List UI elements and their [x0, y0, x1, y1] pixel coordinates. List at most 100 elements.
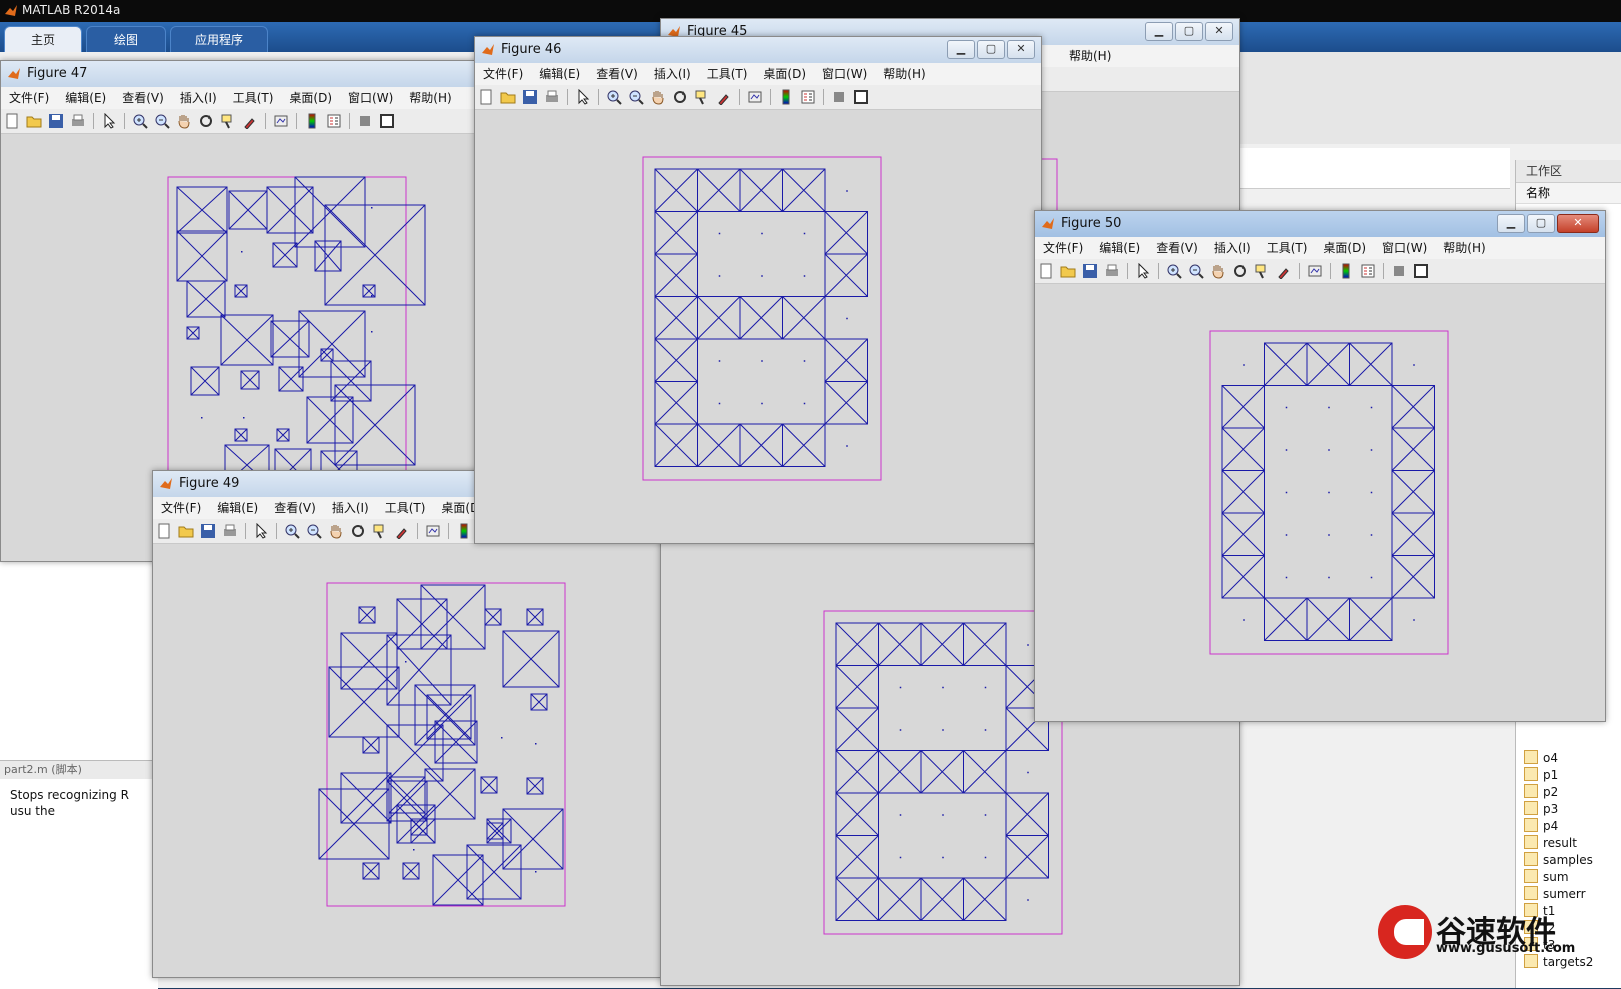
- menu-item[interactable]: 编辑(E): [57, 87, 114, 109]
- show-tools-icon[interactable]: [1413, 263, 1429, 279]
- figure-49-window[interactable]: Figure 49 文件(F) 编辑(E) 查看(V) 插入(I) 工具(T) 桌面(D)…: [152, 470, 664, 978]
- link-plot-icon[interactable]: [1307, 263, 1323, 279]
- menu-item[interactable]: 插入(I): [1206, 237, 1259, 259]
- close-button[interactable]: ✕: [1007, 40, 1035, 59]
- pan-hand-icon[interactable]: [328, 523, 344, 539]
- workspace-variable[interactable]: sumerr: [1524, 886, 1586, 903]
- workspace-variable[interactable]: result: [1524, 835, 1577, 852]
- data-cursor-icon[interactable]: [1254, 263, 1270, 279]
- zoom-out-icon[interactable]: [306, 523, 322, 539]
- figure-46-window[interactable]: Figure 46 ▁ ▢ ✕ 文件(F) 编辑(E) 查看(V) 插入(I) 工具(T) 桌…: [474, 36, 1042, 544]
- colorbar-icon[interactable]: [304, 113, 320, 129]
- minimize-button[interactable]: ▁: [947, 40, 975, 59]
- colorbar-icon[interactable]: [456, 523, 472, 539]
- minimize-button[interactable]: ▁: [1145, 22, 1173, 41]
- colorbar-icon[interactable]: [778, 89, 794, 105]
- pan-hand-icon[interactable]: [650, 89, 666, 105]
- zoom-out-icon[interactable]: [1188, 263, 1204, 279]
- open-folder-icon[interactable]: [1060, 263, 1076, 279]
- data-cursor-icon[interactable]: [694, 89, 710, 105]
- pan-hand-icon[interactable]: [176, 113, 192, 129]
- zoom-in-icon[interactable]: [1166, 263, 1182, 279]
- brush-icon[interactable]: [242, 113, 258, 130]
- save-icon[interactable]: [522, 89, 538, 105]
- menu-item[interactable]: 帮助(H): [1435, 237, 1493, 259]
- menu-item[interactable]: 查看(V): [1148, 237, 1206, 259]
- tab-plots[interactable]: 绘图: [86, 26, 166, 54]
- zoom-in-icon[interactable]: [132, 113, 148, 129]
- rotate-3d-icon[interactable]: [1232, 263, 1248, 279]
- link-plot-icon[interactable]: [273, 113, 289, 129]
- command-window[interactable]: [0, 560, 158, 760]
- menu-item[interactable]: 插入(I): [172, 87, 225, 109]
- workspace-variable[interactable]: p1: [1524, 767, 1558, 784]
- menu-item[interactable]: 窗口(W): [814, 63, 875, 85]
- menu-item[interactable]: 帮助(H): [875, 63, 933, 85]
- show-tools-icon[interactable]: [853, 89, 869, 105]
- tab-apps[interactable]: 应用程序: [170, 26, 268, 54]
- menu-item[interactable]: 编辑(E): [531, 63, 588, 85]
- workspace-name-column[interactable]: 名称: [1516, 183, 1621, 204]
- workspace-variable[interactable]: o4: [1524, 750, 1558, 767]
- menu-item[interactable]: 桌面(D): [281, 87, 340, 109]
- workspace-variable[interactable]: p3: [1524, 801, 1558, 818]
- zoom-out-icon[interactable]: [154, 113, 170, 129]
- data-cursor-icon[interactable]: [372, 523, 388, 539]
- print-icon[interactable]: [544, 89, 560, 105]
- zoom-in-icon[interactable]: [606, 89, 622, 105]
- link-plot-icon[interactable]: [425, 523, 441, 539]
- new-file-icon[interactable]: [4, 113, 20, 129]
- menu-item[interactable]: 插入(I): [324, 497, 377, 519]
- print-icon[interactable]: [222, 523, 238, 539]
- workspace-variable[interactable]: p4: [1524, 818, 1558, 835]
- menu-item[interactable]: 窗口(W): [1374, 237, 1435, 259]
- open-folder-icon[interactable]: [26, 113, 42, 129]
- data-cursor-icon[interactable]: [220, 113, 236, 129]
- rotate-3d-icon[interactable]: [672, 89, 688, 105]
- menu-item[interactable]: 编辑(E): [209, 497, 266, 519]
- menu-item[interactable]: 文件(F): [1035, 237, 1091, 259]
- legend-icon[interactable]: [1360, 263, 1376, 279]
- menu-item[interactable]: 查看(V): [266, 497, 324, 519]
- minimize-button[interactable]: ▁: [1497, 214, 1525, 233]
- rotate-3d-icon[interactable]: [350, 523, 366, 539]
- menu-item[interactable]: 编辑(E): [1091, 237, 1148, 259]
- maximize-button[interactable]: ▢: [1175, 22, 1203, 41]
- rotate-3d-icon[interactable]: [198, 113, 214, 129]
- print-icon[interactable]: [1104, 263, 1120, 279]
- hide-tools-icon[interactable]: [831, 89, 847, 105]
- legend-icon[interactable]: [800, 89, 816, 105]
- open-folder-icon[interactable]: [500, 89, 516, 105]
- menu-item[interactable]: 插入(I): [646, 63, 699, 85]
- menu-item[interactable]: 窗口(W): [340, 87, 401, 109]
- zoom-out-icon[interactable]: [628, 89, 644, 105]
- menu-item[interactable]: 工具(T): [377, 497, 434, 519]
- link-plot-icon[interactable]: [747, 89, 763, 105]
- pan-hand-icon[interactable]: [1210, 263, 1226, 279]
- workspace-variable[interactable]: p2: [1524, 784, 1558, 801]
- maximize-button[interactable]: ▢: [1527, 214, 1555, 233]
- menu-item[interactable]: 工具(T): [699, 63, 756, 85]
- new-file-icon[interactable]: [1038, 263, 1054, 279]
- workspace-variable[interactable]: sum: [1524, 869, 1569, 886]
- menu-item[interactable]: 工具(T): [1259, 237, 1316, 259]
- pointer-icon[interactable]: [575, 88, 591, 105]
- menu-item[interactable]: 桌面(D): [755, 63, 814, 85]
- workspace-variable[interactable]: samples: [1524, 852, 1593, 869]
- print-icon[interactable]: [70, 113, 86, 129]
- close-button[interactable]: ✕: [1205, 22, 1233, 41]
- new-file-icon[interactable]: [478, 89, 494, 105]
- maximize-button[interactable]: ▢: [977, 40, 1005, 59]
- menu-item[interactable]: 工具(T): [225, 87, 282, 109]
- menu-item[interactable]: 帮助(H): [401, 87, 459, 109]
- brush-icon[interactable]: [716, 89, 732, 106]
- legend-icon[interactable]: [326, 113, 342, 129]
- tab-home[interactable]: 主页: [4, 26, 82, 54]
- brush-icon[interactable]: [1276, 263, 1292, 280]
- brush-icon[interactable]: [394, 523, 410, 540]
- pointer-icon[interactable]: [101, 112, 117, 129]
- menu-item[interactable]: 查看(V): [114, 87, 172, 109]
- close-button[interactable]: ✕: [1557, 214, 1599, 233]
- save-icon[interactable]: [48, 113, 64, 129]
- menu-help[interactable]: 帮助(H): [1061, 45, 1119, 67]
